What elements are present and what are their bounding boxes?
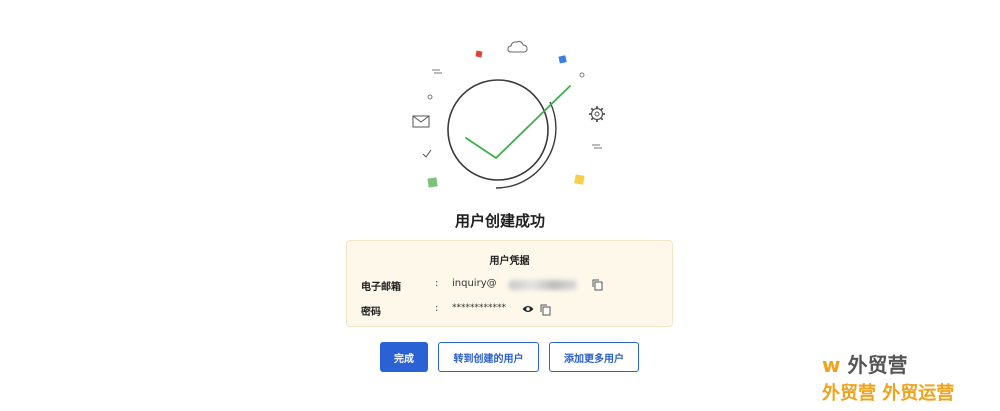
copy-email-icon[interactable] <box>592 279 603 294</box>
page-title: 用户创建成功 <box>454 212 545 230</box>
email-value: inquiry@ <box>452 278 497 289</box>
dot-decoration <box>579 72 585 78</box>
email-separator: : <box>435 278 439 289</box>
watermark-line1: w 外贸营 <box>822 349 907 378</box>
success-illustration <box>412 40 605 189</box>
watermark: w 外贸营 外贸营 外贸运营 <box>822 349 992 407</box>
success-check-icon <box>465 85 571 159</box>
gear-icon <box>589 106 605 122</box>
cloud-icon <box>507 40 528 53</box>
confetti-red <box>475 50 483 58</box>
credentials-card: 用户凭据 电子邮箱 : inquiry@ 密码 : ************ <box>346 240 673 327</box>
check-small-icon <box>422 149 432 158</box>
password-label: 密码 <box>361 307 381 318</box>
email-redacted <box>509 280 577 290</box>
dash-decoration <box>432 69 602 149</box>
dot-decoration <box>427 94 433 100</box>
add-more-users-button[interactable]: 添加更多用户 <box>549 342 639 372</box>
watermark-prefix: w <box>822 353 841 377</box>
confetti-yellow <box>574 174 585 185</box>
eye-icon[interactable] <box>522 304 534 317</box>
copy-password-icon[interactable] <box>540 304 551 319</box>
watermark-brand: 外贸营 <box>847 353 908 377</box>
done-button[interactable]: 完成 <box>380 342 428 372</box>
email-label: 电子邮箱 <box>361 282 401 293</box>
confetti-blue <box>558 55 567 64</box>
success-circle <box>447 79 549 181</box>
watermark-line2: 外贸营 外贸运营 <box>822 383 955 404</box>
password-value: ************ <box>452 303 506 313</box>
goto-created-user-button[interactable]: 转到创建的用户 <box>438 342 539 372</box>
password-separator: : <box>435 303 439 314</box>
success-arc <box>495 101 557 189</box>
credentials-heading: 用户凭据 <box>489 256 530 267</box>
confetti-green <box>427 177 438 188</box>
envelope-icon <box>412 115 430 128</box>
